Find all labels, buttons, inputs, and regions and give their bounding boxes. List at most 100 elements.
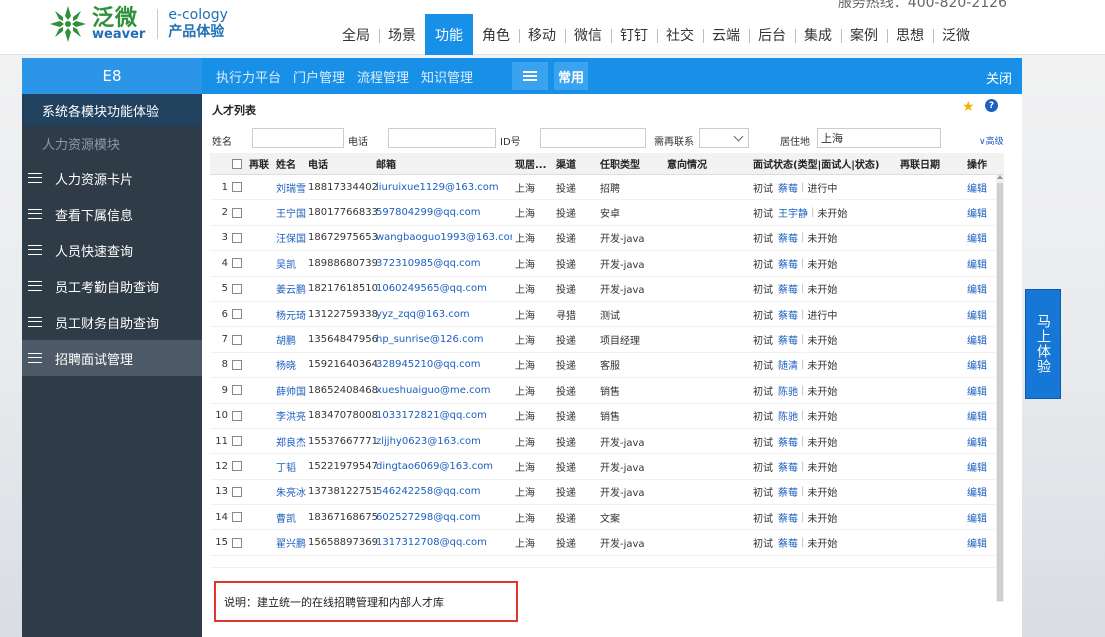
name-input[interactable] — [252, 128, 344, 148]
edit-link[interactable]: 编辑 — [967, 378, 987, 402]
row-checkbox[interactable] — [232, 359, 242, 370]
column-header[interactable]: 邮箱 — [376, 153, 396, 174]
edit-link[interactable]: 编辑 — [967, 175, 987, 199]
candidate-email-link[interactable]: zljjhy0623@163.com — [376, 429, 512, 453]
candidate-name-link[interactable]: 曹凯 — [276, 505, 296, 529]
candidate-email-link[interactable]: yyz_zqq@163.com — [376, 302, 512, 326]
common-button[interactable]: 常用 — [554, 62, 588, 90]
table-scrollbar[interactable] — [996, 175, 1004, 602]
edit-link[interactable]: 编辑 — [967, 200, 987, 224]
candidate-email-link[interactable]: dingtao6069@163.com — [376, 454, 512, 478]
select-all-checkbox[interactable] — [232, 158, 242, 169]
column-header[interactable]: 面试状态(类型|面试人|状态) — [753, 153, 879, 174]
candidate-name-link[interactable]: 李洪亮 — [276, 404, 306, 428]
column-header[interactable]: 意向情况 — [667, 153, 707, 174]
candidate-email-link[interactable]: xueshuaiguo@me.com — [376, 378, 512, 402]
scrollbar-thumb[interactable] — [997, 183, 1003, 601]
row-checkbox[interactable] — [232, 486, 242, 497]
weaver-logo[interactable]: 泛微 weaver e-cology 产品体验 — [46, 0, 228, 48]
scroll-up-icon[interactable] — [997, 175, 1003, 179]
column-header[interactable]: 再联日期 — [900, 153, 940, 174]
row-checkbox[interactable] — [232, 182, 242, 193]
phone-input[interactable] — [388, 128, 496, 148]
table-row[interactable]: 8 杨晓 15921640364 328945210@qq.com 上海 投递 客服 初试 随清… — [210, 353, 1004, 379]
table-row[interactable]: 11 郑良杰 15537667771 zljjhy0623@163.com 上海 投递 开发… — [210, 429, 1004, 455]
edit-link[interactable]: 编辑 — [967, 353, 987, 377]
candidate-email-link[interactable]: 1060249565@qq.com — [376, 277, 512, 301]
sidebar-title[interactable]: 系统各模块功能体验 — [22, 94, 202, 126]
row-checkbox[interactable] — [232, 537, 242, 548]
candidate-name-link[interactable]: 朱亮冰 — [276, 480, 306, 504]
column-header[interactable]: 现居... — [515, 153, 549, 174]
nav-item-wechat[interactable]: 微信 — [565, 14, 611, 55]
module-tab-knowledge[interactable]: 知识管理 — [415, 67, 479, 86]
interviewer-link[interactable]: 陈驰 — [778, 408, 798, 423]
candidate-email-link[interactable]: wangbaoguo1993@163.com — [376, 226, 512, 250]
star-icon[interactable]: ★ — [962, 99, 975, 115]
nav-item-function[interactable]: 功能 — [425, 14, 473, 55]
candidate-email-link[interactable]: 597804299@qq.com — [376, 200, 512, 224]
edit-link[interactable]: 编辑 — [967, 404, 987, 428]
table-row[interactable]: 14 曹凯 18367168675 602527298@qq.com 上海 投递 文案 初试蔡… — [210, 505, 1004, 531]
table-row[interactable]: 5 姜云鹏 18217618510 1060249565@qq.com 上海 投递 开发-j… — [210, 277, 1004, 302]
try-now-button[interactable]: 马上体验 — [1025, 289, 1061, 399]
interviewer-link[interactable]: 蔡莓 — [778, 256, 798, 271]
row-checkbox[interactable] — [232, 283, 242, 294]
interviewer-link[interactable]: 蔡莓 — [778, 281, 798, 296]
nav-item-cloud[interactable]: 云端 — [703, 14, 749, 55]
candidate-email-link[interactable]: liuruixue1129@163.com — [376, 175, 512, 199]
sidebar-item-subordinates[interactable]: 查看下属信息 — [22, 196, 202, 232]
nav-item-integration[interactable]: 集成 — [795, 14, 841, 55]
table-row[interactable]: 15 翟兴鹏 15658897369 1317312708@qq.com 上海 投递 开发-… — [210, 530, 1004, 556]
column-header[interactable]: 操作 — [967, 153, 987, 174]
edit-link[interactable]: 编辑 — [967, 530, 987, 554]
nav-item-thinking[interactable]: 思想 — [887, 14, 933, 55]
interviewer-link[interactable]: 蔡莓 — [778, 434, 798, 449]
candidate-email-link[interactable]: 546242258@qq.com — [376, 480, 512, 504]
candidate-name-link[interactable]: 胡鹏 — [276, 327, 296, 351]
interviewer-link[interactable]: 蔡莓 — [778, 230, 798, 245]
interviewer-link[interactable]: 随清 — [778, 357, 798, 372]
candidate-email-link[interactable]: 1033172821@qq.com — [376, 404, 512, 428]
candidate-name-link[interactable]: 杨晓 — [276, 353, 296, 377]
row-checkbox[interactable] — [232, 258, 242, 269]
sidebar-item-recruitment[interactable]: 招聘面试管理 — [22, 340, 202, 376]
edit-link[interactable]: 编辑 — [967, 505, 987, 529]
candidate-email-link[interactable]: 372310985@qq.com — [376, 251, 512, 275]
candidate-name-link[interactable]: 丁韬 — [276, 454, 296, 478]
column-header[interactable]: 电话 — [308, 153, 328, 174]
candidate-name-link[interactable]: 薛帅国 — [276, 378, 306, 402]
candidate-email-link[interactable]: 1317312708@qq.com — [376, 530, 512, 554]
candidate-name-link[interactable]: 翟兴鹏 — [276, 530, 306, 554]
candidate-email-link[interactable]: 328945210@qq.com — [376, 353, 512, 377]
nav-item-social[interactable]: 社交 — [657, 14, 703, 55]
row-checkbox[interactable] — [232, 232, 242, 243]
edit-link[interactable]: 编辑 — [967, 226, 987, 250]
nav-item-role[interactable]: 角色 — [473, 14, 519, 55]
sidebar-subtitle[interactable]: 人力资源模块 — [22, 126, 202, 160]
table-row[interactable]: 9 薛帅国 18652408468 xueshuaiguo@me.com 上海 投递 销售 初… — [210, 378, 1004, 404]
row-checkbox[interactable] — [232, 207, 242, 218]
interviewer-link[interactable]: 蔡莓 — [778, 535, 798, 550]
candidate-name-link[interactable]: 吴凯 — [276, 251, 296, 275]
row-checkbox[interactable] — [232, 461, 242, 472]
row-checkbox[interactable] — [232, 334, 242, 345]
nav-item-mobile[interactable]: 移动 — [519, 14, 565, 55]
candidate-name-link[interactable]: 姜云鹏 — [276, 277, 306, 301]
table-row[interactable]: 12 丁韬 15221979547 dingtao6069@163.com 上海 投递 开发… — [210, 454, 1004, 480]
table-row[interactable]: 7 胡鹏 13564847956 hp_sunrise@126.com 上海 投递 项目经理… — [210, 327, 1004, 353]
module-tab-portal[interactable]: 门户管理 — [287, 67, 351, 86]
sidebar-item-attendance[interactable]: 员工考勤自助查询 — [22, 268, 202, 304]
table-row[interactable]: 13 朱亮冰 13738122751 546242258@qq.com 上海 投递 开发-j… — [210, 480, 1004, 506]
row-checkbox[interactable] — [232, 512, 242, 523]
sidebar-item-quick-search[interactable]: 人员快速查询 — [22, 232, 202, 268]
edit-link[interactable]: 编辑 — [967, 302, 987, 326]
residence-input[interactable] — [817, 128, 941, 148]
sidebar-item-finance[interactable]: 员工财务自助查询 — [22, 304, 202, 340]
table-row[interactable]: 3 汪保国 18672975653 wangbaoguo1993@163.com 上海 投… — [210, 226, 1004, 252]
help-icon[interactable]: ? — [985, 99, 998, 112]
table-row[interactable]: 4 吴凯 18988680739 372310985@qq.com 上海 投递 开发-jav… — [210, 251, 1004, 277]
table-row[interactable]: 6 杨元琦 13122759338 yyz_zqq@163.com 上海 寻猎 测试 初试 蔡莓… — [210, 302, 1004, 328]
id-input[interactable] — [540, 128, 646, 148]
nav-item-dingtalk[interactable]: 钉钉 — [611, 14, 657, 55]
